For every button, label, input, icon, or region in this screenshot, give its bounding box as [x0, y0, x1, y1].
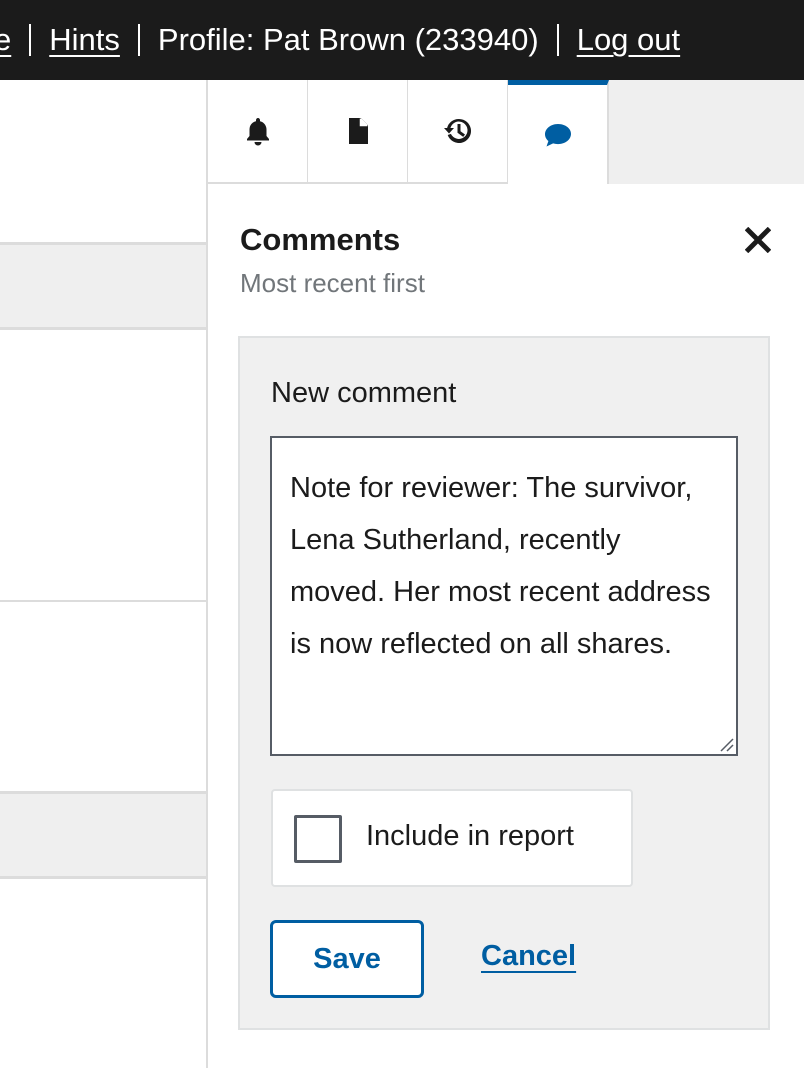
include-in-report-label[interactable]: Include in report — [366, 820, 574, 853]
bell-icon — [246, 118, 269, 146]
truncated-nav-link[interactable]: e — [0, 22, 11, 58]
nav-separator — [137, 24, 140, 56]
divider — [0, 791, 208, 794]
tab-comments[interactable] — [508, 80, 609, 184]
hints-link[interactable]: Hints — [49, 22, 120, 58]
history-icon — [443, 118, 471, 143]
close-icon — [745, 227, 771, 253]
nav-separator — [29, 24, 32, 56]
top-navigation-bar: e Hints Profile: Pat Brown (233940) Log … — [0, 0, 804, 80]
tab-history[interactable] — [408, 80, 509, 184]
divider — [0, 327, 208, 330]
panel-title: Comments — [240, 222, 401, 257]
profile-label: Profile: Pat Brown (233940) — [157, 22, 539, 57]
divider — [0, 600, 208, 602]
include-in-report-checkbox[interactable] — [294, 815, 342, 863]
tab-notifications[interactable] — [208, 80, 309, 184]
save-button[interactable]: Save — [270, 920, 424, 998]
nav-separator — [556, 24, 559, 56]
comment-icon — [544, 123, 571, 146]
cancel-link[interactable]: Cancel — [481, 940, 576, 973]
main-content-area — [0, 80, 208, 1068]
document-icon — [348, 118, 368, 144]
panel-subtitle: Most recent first — [240, 268, 425, 298]
section-header-band — [0, 242, 208, 330]
close-button[interactable] — [740, 222, 776, 258]
divider — [0, 876, 208, 879]
section-header-band — [0, 791, 208, 879]
logout-link[interactable]: Log out — [577, 22, 680, 58]
divider — [0, 242, 208, 245]
resize-handle-icon[interactable] — [718, 736, 734, 752]
new-comment-textarea[interactable]: Note for reviewer: The survivor, Lena Su… — [270, 436, 738, 756]
tab-documents[interactable] — [308, 80, 409, 184]
new-comment-label: New comment — [271, 377, 457, 409]
